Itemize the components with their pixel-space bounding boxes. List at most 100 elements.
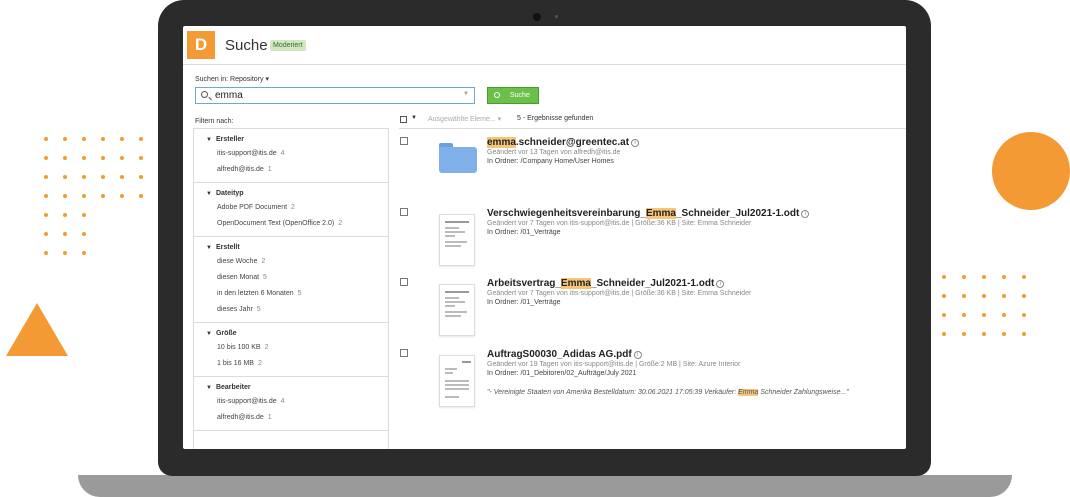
decorative-dot	[942, 275, 946, 279]
filter-option-count: 2	[257, 360, 262, 367]
decorative-dot	[1022, 313, 1026, 317]
result-checkbox[interactable]	[400, 208, 408, 216]
filter-option[interactable]: alfredh@itis.de 1	[194, 410, 388, 426]
filter-option[interactable]: in den letzten 6 Monaten 5	[194, 286, 388, 302]
info-icon[interactable]: i	[716, 280, 725, 288]
stage: D Suche Moderiert Suchen in: Repository …	[0, 0, 1070, 497]
document-thumbnail[interactable]	[439, 284, 475, 336]
decorative-dot	[101, 175, 105, 179]
decorative-dot	[63, 137, 67, 141]
result-meta: Geändert vor 19 Tagen von itis-support@i…	[487, 361, 741, 368]
collapse-icon[interactable]: ▼	[206, 242, 212, 254]
selected-items-menu[interactable]: Ausgewählte Eleme... ▾	[428, 115, 501, 123]
filter-group-title[interactable]: ▼ Ersteller	[194, 134, 388, 146]
search-input[interactable]: emma ▼	[195, 87, 475, 104]
search-dropdown-icon[interactable]: ▼	[463, 91, 469, 97]
decorative-dot	[44, 156, 48, 160]
folder-icon[interactable]	[439, 143, 477, 173]
decorative-dot	[1022, 275, 1026, 279]
filter-group-title[interactable]: ▼ Erstellt	[194, 242, 388, 254]
result-title-highlight: Emma	[560, 278, 591, 289]
decorative-dot	[982, 332, 986, 336]
search-scope-dropdown[interactable]: Repository ▾	[230, 76, 269, 83]
filter-option[interactable]: diese Woche 2	[194, 254, 388, 270]
result-checkbox[interactable]	[400, 137, 408, 145]
collapse-icon[interactable]: ▼	[206, 382, 212, 394]
result-title[interactable]: emma.schneider@greentec.at i	[487, 137, 640, 148]
collapse-icon[interactable]: ▼	[206, 134, 212, 146]
search-input-value: emma	[215, 90, 243, 101]
result-title-rest: _Schneider_Jul2021-1.odt	[675, 208, 800, 219]
filter-option[interactable]: dieses Jahr 5	[194, 302, 388, 318]
filter-group: ▼ Erstellt diese Woche 2 diesen Monat 5 in den…	[194, 237, 388, 323]
filter-option[interactable]: Adobe PDF Document 2	[194, 200, 388, 216]
info-icon[interactable]: i	[801, 210, 810, 218]
filter-option[interactable]: OpenDocument Text (OpenOffice 2.0) 2	[194, 216, 388, 232]
collapse-icon[interactable]: ▼	[206, 328, 212, 340]
filter-option[interactable]: itis-support@itis.de 4	[194, 394, 388, 410]
select-menu-caret-icon[interactable]: ▼	[411, 115, 417, 121]
filter-option[interactable]: alfredh@itis.de 1	[194, 162, 388, 178]
result-checkbox[interactable]	[400, 349, 408, 357]
filter-group-title[interactable]: ▼ Größe	[194, 328, 388, 340]
decorative-dot	[82, 213, 86, 217]
document-thumbnail[interactable]	[439, 355, 475, 407]
filter-option-count: 1	[267, 166, 272, 173]
filter-option-count: 2	[261, 258, 266, 265]
result-item: Verschwiegenheitsvereinbarung_Emma_Schne…	[399, 208, 906, 276]
result-count: 5 - Ergebnisse gefunden	[517, 115, 594, 122]
search-button[interactable]: Suche	[487, 87, 539, 104]
filter-panel: ▼ Ersteller itis-support@itis.de 4 alfredh@i…	[193, 128, 389, 449]
decorative-dot	[120, 137, 124, 141]
result-meta: Geändert vor 7 Tagen von itis-support@it…	[487, 290, 752, 297]
result-title[interactable]: Verschwiegenheitsvereinbarung_Emma_Schne…	[487, 208, 810, 219]
document-thumbnail[interactable]	[439, 214, 475, 266]
decorative-dot	[63, 251, 67, 255]
filter-option[interactable]: 10 bis 100 KB 2	[194, 340, 388, 356]
result-title[interactable]: AuftragS00030_Adidas AG.pdf i	[487, 349, 642, 360]
filter-group: ▼ Dateityp Adobe PDF Document 2 OpenDocument…	[194, 183, 388, 237]
collapse-icon[interactable]: ▼	[206, 188, 212, 200]
filter-option-count: 2	[291, 204, 295, 211]
filter-option-count: 5	[256, 306, 261, 313]
filter-option-count: 1	[267, 414, 272, 421]
laptop-camera-led	[555, 15, 558, 18]
result-folder-path[interactable]: In Ordner: /Company Home/User Homes	[487, 158, 614, 165]
decorative-dot	[44, 137, 48, 141]
laptop-base	[78, 475, 1012, 497]
filter-option-label: OpenDocument Text (OpenOffice 2.0)	[217, 220, 335, 227]
snippet-text: "- Vereinigte Staaten von Amerika Bestel…	[487, 389, 739, 396]
filter-option[interactable]: itis-support@itis.de 4	[194, 146, 388, 162]
result-folder-path[interactable]: In Ordner: /01_Verträge	[487, 299, 561, 306]
app-logo[interactable]: D	[187, 31, 215, 59]
status-badge: Moderiert	[270, 40, 306, 51]
decorative-dot	[1002, 313, 1006, 317]
filter-option-label: alfredh@itis.de	[217, 166, 264, 173]
decorative-dot	[139, 194, 143, 198]
selected-items-label: Ausgewählte Eleme...	[428, 116, 496, 123]
filter-option[interactable]: diesen Monat 5	[194, 270, 388, 286]
result-folder-path[interactable]: In Ordner: /01_Verträge	[487, 229, 561, 236]
result-folder-path[interactable]: In Ordner: /01_Debitoren/02_Aufträge/Jul…	[487, 370, 636, 377]
result-title-highlight: emma	[487, 137, 516, 148]
decorative-dot	[82, 175, 86, 179]
search-button-label: Suche	[510, 92, 530, 99]
select-all-checkbox[interactable]	[400, 116, 407, 123]
info-icon[interactable]: i	[633, 351, 642, 359]
decorative-dot	[1022, 332, 1026, 336]
filter-option-label: diesen Monat	[217, 274, 260, 281]
filter-option[interactable]: 1 bis 16 MB 2	[194, 356, 388, 372]
filter-group-title[interactable]: ▼ Bearbeiter	[194, 382, 388, 394]
result-title[interactable]: Arbeitsvertrag_Emma_Schneider_Jul2021-1.…	[487, 278, 725, 289]
result-checkbox[interactable]	[400, 278, 408, 286]
decorative-circle	[992, 132, 1070, 210]
filter-option-count: 2	[338, 220, 343, 227]
decorative-dot	[82, 156, 86, 160]
result-meta: Geändert vor 13 Tagen von alfredh@itis.d…	[487, 149, 621, 156]
decorative-dot	[44, 194, 48, 198]
filter-group-title[interactable]: ▼ Dateityp	[194, 188, 388, 200]
search-icon	[494, 92, 500, 98]
info-icon[interactable]: i	[631, 139, 640, 147]
result-title-prefix: Verschwiegenheitsvereinbarung_	[487, 208, 646, 219]
filter-group-label: Erstellt	[215, 244, 240, 251]
